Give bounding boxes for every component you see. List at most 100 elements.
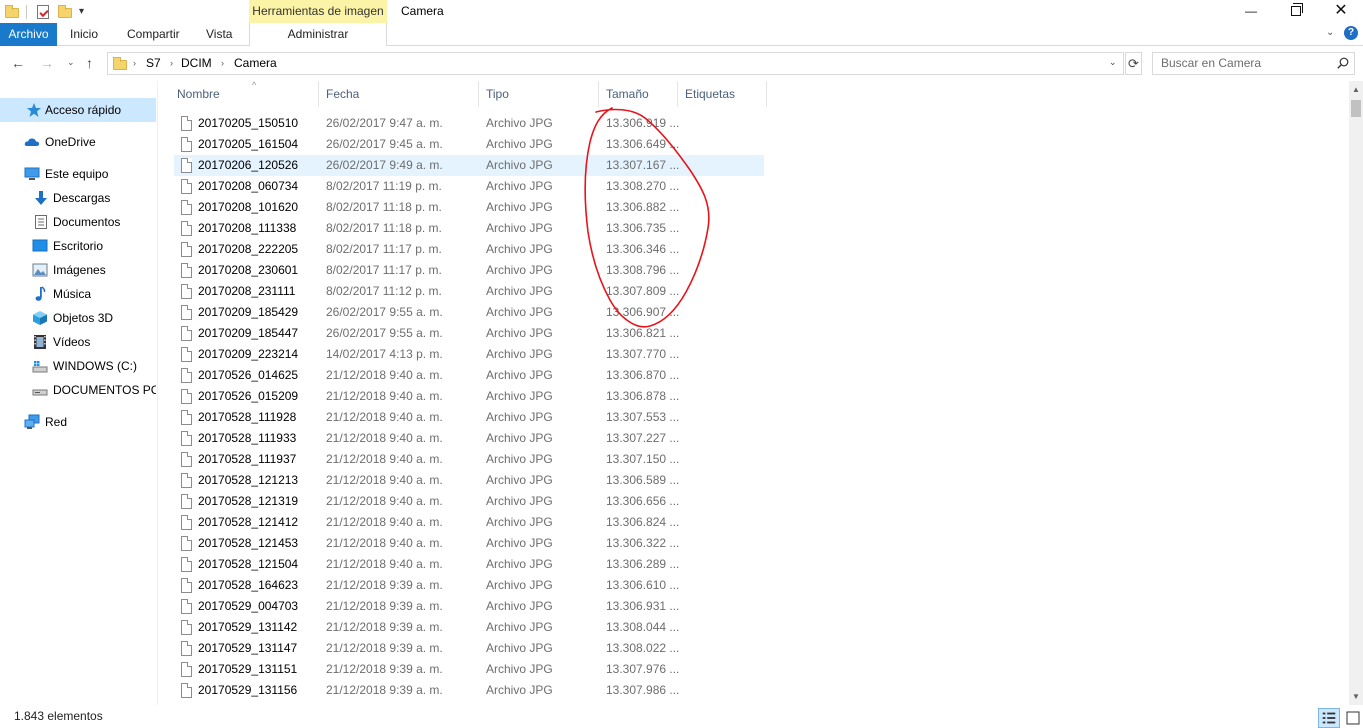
properties-icon[interactable] (35, 4, 51, 20)
file-type: Archivo JPG (486, 326, 553, 340)
table-row[interactable]: 20170528_164623 21/12/2018 9:39 a. m. Arch… (174, 575, 764, 596)
up-button[interactable]: ↑ (86, 55, 93, 71)
file-name: 20170528_111933 (198, 431, 297, 445)
vertical-scrollbar[interactable]: ▲ ▼ (1349, 81, 1363, 705)
breadcrumb-separator[interactable]: › (170, 53, 173, 74)
column-header-etiquetas[interactable]: Etiquetas (678, 81, 767, 107)
table-row[interactable]: 20170526_014625 21/12/2018 9:40 a. m. Arch… (174, 365, 764, 386)
sidebar-item-descargas[interactable]: Descargas (0, 186, 156, 210)
scroll-down-button[interactable]: ▼ (1349, 688, 1363, 705)
tab-administrar[interactable]: Administrar (249, 23, 387, 46)
sidebar-item-windows-c[interactable]: WINDOWS (C:) (0, 354, 156, 378)
file-type: Archivo JPG (486, 641, 553, 655)
scrollbar-thumb[interactable] (1351, 100, 1361, 117)
sidebar-item-red[interactable]: Red (0, 410, 156, 434)
table-row[interactable]: 20170205_161504 26/02/2017 9:45 a. m. Arch… (174, 134, 764, 155)
table-row[interactable]: 20170209_185447 26/02/2017 9:55 a. m. Arch… (174, 323, 764, 344)
customize-toolbar-icon[interactable]: ▾ (79, 6, 84, 17)
table-row[interactable]: 20170528_121213 21/12/2018 9:40 a. m. Arch… (174, 470, 764, 491)
column-header-nombre[interactable]: Nombre ^ (170, 81, 319, 107)
search-placeholder: Buscar en Camera (1161, 56, 1262, 70)
sidebar-item-objetos-3d[interactable]: Objetos 3D (0, 306, 156, 330)
sidebar-item-documentos[interactable]: Documentos (0, 210, 156, 234)
breadcrumb-s7[interactable]: S7 (146, 53, 161, 74)
sidebar-item-musica[interactable]: Música (0, 282, 156, 306)
table-row[interactable]: 20170208_222205 8/02/2017 11:17 p. m. Arch… (174, 239, 764, 260)
breadcrumb-separator[interactable]: › (221, 53, 224, 74)
breadcrumb-separator[interactable]: › (133, 53, 136, 74)
table-row[interactable]: 20170529_131142 21/12/2018 9:39 a. m. Arch… (174, 617, 764, 638)
column-header-tamano[interactable]: Tamaño (599, 81, 678, 107)
tab-inicio[interactable]: Inicio (70, 23, 98, 46)
breadcrumb-camera[interactable]: Camera (234, 53, 277, 74)
table-row[interactable]: 20170529_004703 21/12/2018 9:39 a. m. Arch… (174, 596, 764, 617)
scroll-up-button[interactable]: ▲ (1349, 81, 1363, 98)
file-type: Archivo JPG (486, 473, 553, 487)
new-folder-icon[interactable] (57, 4, 73, 20)
file-date: 21/12/2018 9:40 a. m. (326, 452, 443, 466)
sidebar-item-acceso-rapido[interactable]: Acceso rápido (0, 98, 156, 122)
file-name: 20170205_150510 (198, 116, 299, 130)
file-date: 21/12/2018 9:40 a. m. (326, 557, 443, 571)
file-type: Archivo JPG (486, 116, 553, 130)
tab-vista[interactable]: Vista (206, 23, 232, 46)
table-row[interactable]: 20170528_121453 21/12/2018 9:40 a. m. Arch… (174, 533, 764, 554)
restore-button[interactable] (1273, 0, 1319, 23)
sidebar-item-videos[interactable]: Vídeos (0, 330, 156, 354)
column-header-fecha[interactable]: Fecha (319, 81, 479, 107)
recent-locations-icon[interactable]: ⌄ (67, 57, 75, 68)
help-icon[interactable]: ? (1344, 26, 1358, 40)
sidebar-item-documentos-pc[interactable]: DOCUMENTOS PC ( (0, 378, 156, 402)
close-button[interactable]: ✕ (1318, 0, 1363, 23)
file-type: Archivo JPG (486, 347, 553, 361)
table-row[interactable]: 20170208_230601 8/02/2017 11:17 p. m. Arch… (174, 260, 764, 281)
sidebar-item-onedrive[interactable]: OneDrive (0, 130, 156, 154)
breadcrumb-dcim[interactable]: DCIM (181, 53, 212, 74)
table-row[interactable]: 20170528_121412 21/12/2018 9:40 a. m. Arch… (174, 512, 764, 533)
table-row[interactable]: 20170209_185429 26/02/2017 9:55 a. m. Arch… (174, 302, 764, 323)
tab-archivo[interactable]: Archivo (0, 23, 57, 46)
refresh-button[interactable]: ⟳ (1125, 52, 1142, 75)
address-bar[interactable]: › S7 › DCIM › Camera ⌄ (107, 52, 1124, 75)
jpg-file-icon (181, 242, 192, 257)
file-name: 20170528_121319 (198, 494, 299, 508)
address-dropdown-icon[interactable]: ⌄ (1109, 57, 1117, 68)
quick-access-toolbar: ▾ (0, 0, 84, 23)
table-row[interactable]: 20170529_131156 21/12/2018 9:39 a. m. Arch… (174, 680, 764, 701)
jpg-file-icon (181, 683, 192, 698)
sidebar-item-este-equipo[interactable]: Este equipo (0, 162, 156, 186)
tab-compartir[interactable]: Compartir (127, 23, 180, 46)
table-row[interactable]: 20170528_111928 21/12/2018 9:40 a. m. Arch… (174, 407, 764, 428)
file-type: Archivo JPG (486, 137, 553, 151)
file-list: Nombre ^ Fecha Tipo Tamaño Etiquetas 201… (159, 81, 1349, 705)
table-row[interactable]: 20170528_121319 21/12/2018 9:40 a. m. Arch… (174, 491, 764, 512)
column-header-tipo[interactable]: Tipo (479, 81, 599, 107)
sidebar-item-label: Este equipo (45, 167, 109, 181)
large-icons-view-icon[interactable] (1344, 708, 1362, 728)
file-type: Archivo JPG (486, 284, 553, 298)
sidebar-item-imagenes[interactable]: Imágenes (0, 258, 156, 282)
table-row[interactable]: 20170205_150510 26/02/2017 9:47 a. m. Arch… (174, 113, 764, 134)
table-row[interactable]: 20170209_223214 14/02/2017 4:13 p. m. Arch… (174, 344, 764, 365)
table-row[interactable]: 20170529_131151 21/12/2018 9:39 a. m. Arch… (174, 659, 764, 680)
forward-button[interactable]: → (40, 55, 54, 71)
back-button[interactable]: ← (11, 55, 25, 71)
table-row[interactable]: 20170208_111338 8/02/2017 11:18 p. m. Arch… (174, 218, 764, 239)
table-row[interactable]: 20170208_231111 8/02/2017 11:12 p. m. Arch… (174, 281, 764, 302)
search-input[interactable]: Buscar en Camera (1152, 52, 1355, 75)
file-name: 20170528_121213 (198, 473, 299, 487)
expand-ribbon-icon[interactable]: ⌄ (1326, 27, 1334, 38)
table-row[interactable]: 20170529_131147 21/12/2018 9:39 a. m. Arch… (174, 638, 764, 659)
table-row[interactable]: 20170208_060734 8/02/2017 11:19 p. m. Arch… (174, 176, 764, 197)
details-view-icon[interactable] (1318, 708, 1340, 728)
minimize-button[interactable]: — (1228, 0, 1274, 23)
table-row[interactable]: 20170528_111933 21/12/2018 9:40 a. m. Arch… (174, 428, 764, 449)
table-row[interactable]: 20170526_015209 21/12/2018 9:40 a. m. Arch… (174, 386, 764, 407)
table-row[interactable]: 20170528_111937 21/12/2018 9:40 a. m. Arch… (174, 449, 764, 470)
jpg-file-icon (181, 347, 192, 362)
table-row[interactable]: 20170528_121504 21/12/2018 9:40 a. m. Arch… (174, 554, 764, 575)
search-icon[interactable] (1337, 57, 1349, 69)
sidebar-item-escritorio[interactable]: Escritorio (0, 234, 156, 258)
table-row[interactable]: 20170206_120526 26/02/2017 9:49 a. m. Arch… (174, 155, 764, 176)
table-row[interactable]: 20170208_101620 8/02/2017 11:18 p. m. Arch… (174, 197, 764, 218)
